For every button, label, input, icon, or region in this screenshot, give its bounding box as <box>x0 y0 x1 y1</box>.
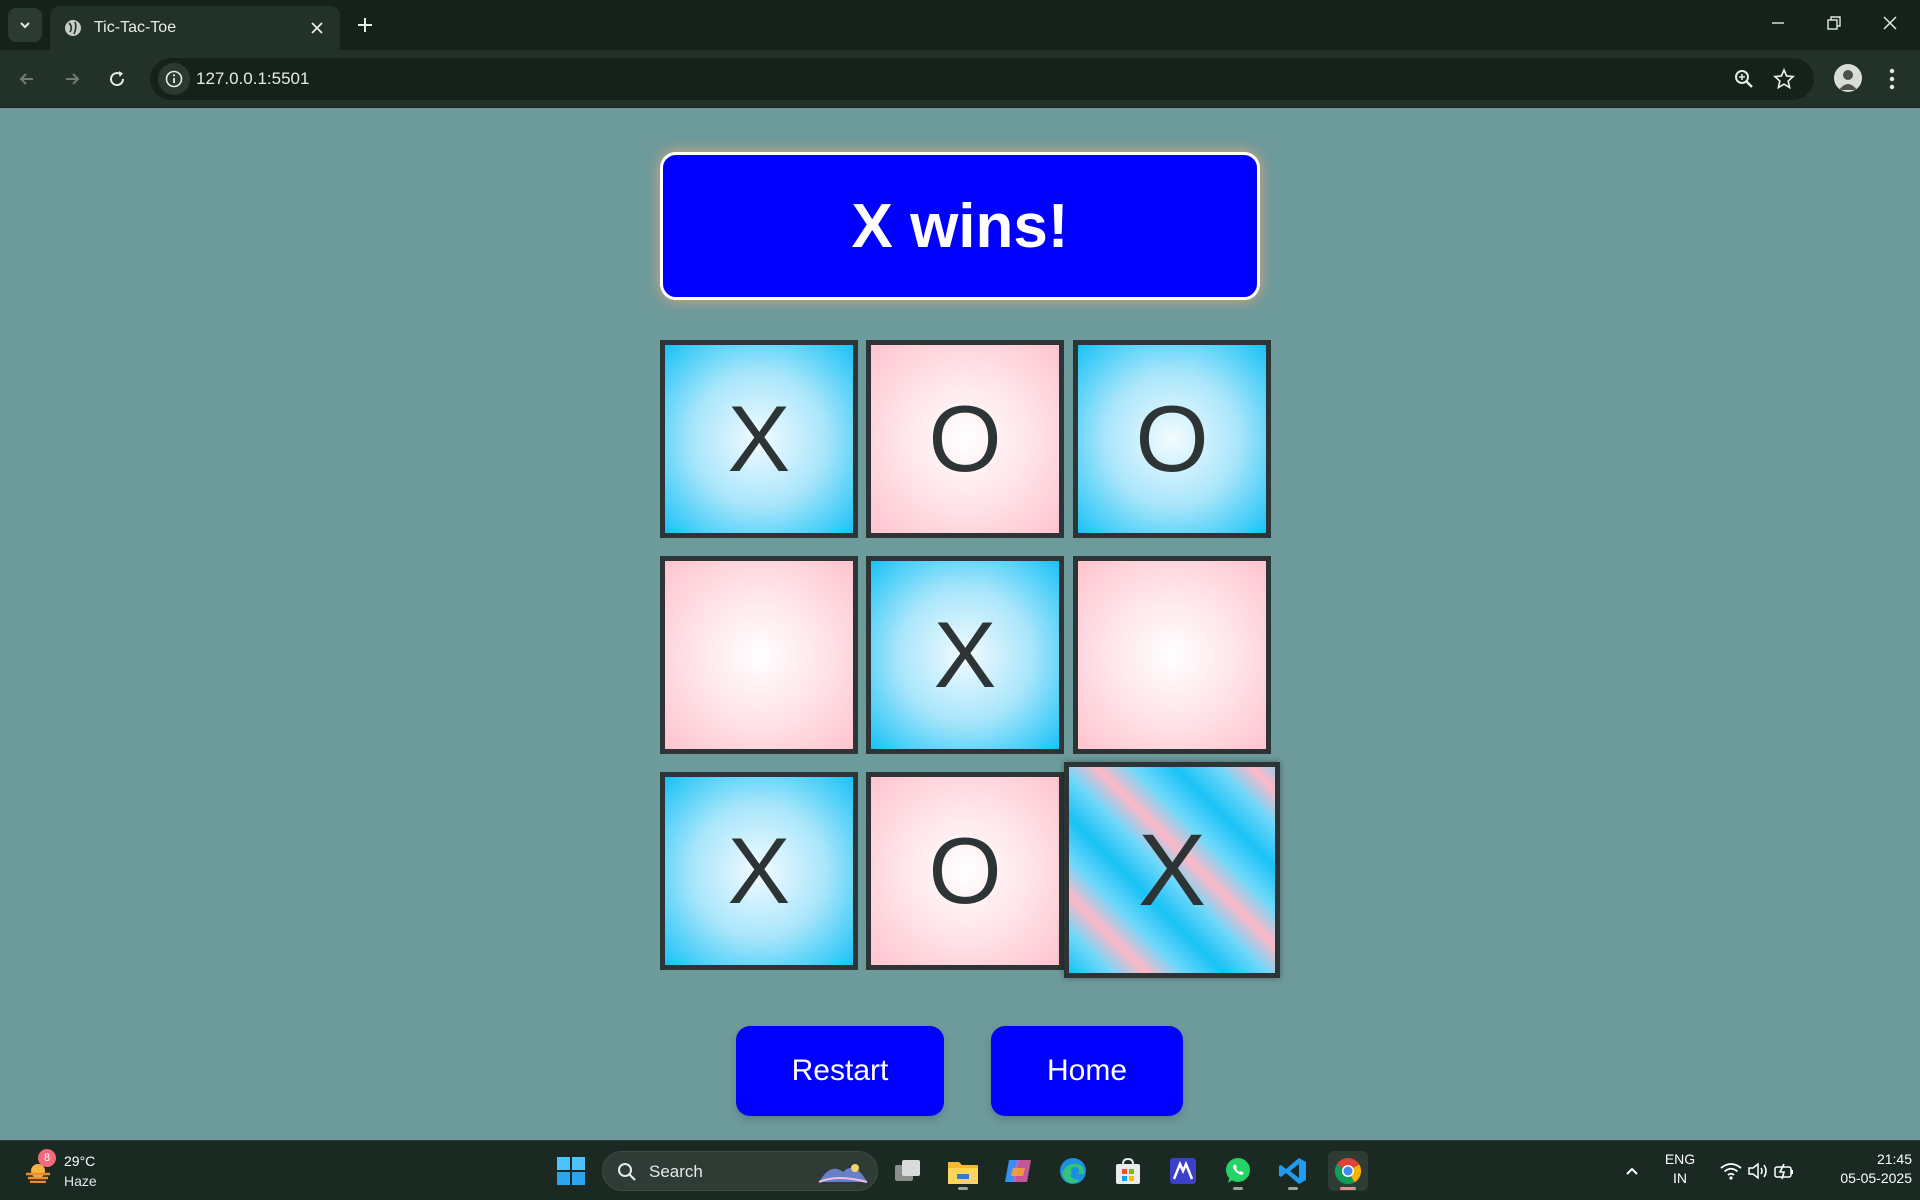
vscode-icon <box>1279 1158 1306 1184</box>
tab-title: Tic-Tac-Toe <box>94 19 177 36</box>
cell-mark: O <box>928 386 1002 491</box>
board-cell[interactable] <box>1073 556 1271 754</box>
language-code: ENG <box>1664 1151 1696 1167</box>
address-bar[interactable]: 127.0.0.1:5501 <box>150 58 1814 100</box>
weather-condition: Haze <box>64 1173 97 1189</box>
browser-toolbar: 127.0.0.1:5501 <box>0 50 1920 108</box>
whatsapp-button[interactable] <box>1218 1151 1258 1191</box>
board-cell[interactable]: X <box>1064 762 1280 978</box>
volume-icon <box>1748 1162 1767 1180</box>
task-view-button[interactable] <box>888 1151 928 1191</box>
globe-icon <box>65 20 81 36</box>
clock[interactable]: 21:45 05-05-2025 <box>1808 1151 1912 1186</box>
browser-tab[interactable]: Tic-Tac-Toe <box>50 6 340 50</box>
search-icon <box>618 1163 636 1181</box>
language-indicator[interactable]: ENG IN <box>1658 1151 1702 1186</box>
url-text[interactable]: 127.0.0.1:5501 <box>196 69 309 89</box>
cell-mark: X <box>727 386 791 491</box>
running-indicator <box>1233 1187 1243 1190</box>
taskbar-search[interactable]: Search <box>602 1151 878 1191</box>
board-cell[interactable]: X <box>660 340 858 538</box>
app-button[interactable] <box>1163 1151 1203 1191</box>
home-button[interactable]: Home <box>991 1026 1183 1116</box>
running-indicator <box>1288 1187 1298 1190</box>
search-label: Search <box>649 1162 703 1181</box>
vscode-button[interactable] <box>1273 1151 1313 1191</box>
arrow-left-icon <box>19 73 33 85</box>
status-banner: X wins! <box>660 152 1260 300</box>
board-cell[interactable]: X <box>660 772 858 970</box>
cell-mark: O <box>1135 386 1209 491</box>
board-cell[interactable]: O <box>1073 340 1271 538</box>
cell-mark: O <box>928 818 1002 923</box>
chrome-button[interactable] <box>1328 1151 1368 1191</box>
store-icon <box>1116 1157 1140 1184</box>
new-tab-button[interactable] <box>352 12 378 38</box>
status-message: X wins! <box>851 191 1069 261</box>
close-window-button[interactable] <box>1862 0 1918 46</box>
clock-time: 21:45 <box>1876 1151 1912 1167</box>
minimize-button[interactable] <box>1750 0 1806 46</box>
taskbar: 8 29°C Haze Search ENG IN 21:45 05-05-20… <box>0 1140 1920 1200</box>
task-view-icon <box>895 1160 920 1181</box>
forward-button[interactable] <box>55 62 89 96</box>
profile-icon <box>1839 70 1857 90</box>
browser-menu-button[interactable] <box>1880 64 1904 94</box>
running-indicator <box>958 1187 968 1190</box>
chrome-icon <box>1334 1158 1362 1185</box>
zoom-icon <box>1735 70 1753 88</box>
search-highlight-icon <box>818 1164 868 1183</box>
cell-mark: X <box>933 602 997 707</box>
clock-date: 05-05-2025 <box>1840 1170 1912 1186</box>
store-button[interactable] <box>1108 1151 1148 1191</box>
info-icon <box>165 70 183 88</box>
zoom-button[interactable] <box>1732 67 1756 91</box>
chevron-up-icon <box>1626 1167 1638 1175</box>
star-icon <box>1773 68 1795 90</box>
board-cell[interactable]: O <box>866 340 1064 538</box>
weather-widget[interactable]: 8 29°C Haze <box>20 1149 110 1193</box>
restart-button[interactable]: Restart <box>736 1026 944 1116</box>
board-cell[interactable]: O <box>866 772 1064 970</box>
start-button[interactable] <box>551 1151 591 1191</box>
edge-button[interactable] <box>1053 1151 1093 1191</box>
tray-overflow-button[interactable] <box>1612 1151 1652 1191</box>
windows-start-icon <box>557 1157 585 1185</box>
plus-icon <box>358 18 372 32</box>
chevron-down-icon <box>20 22 30 29</box>
running-indicator <box>1340 1187 1356 1190</box>
restore-button[interactable] <box>1806 0 1862 46</box>
restore-icon <box>1827 16 1841 30</box>
whatsapp-icon <box>1226 1158 1250 1183</box>
close-icon <box>1883 16 1897 30</box>
quick-settings-button[interactable] <box>1712 1151 1802 1191</box>
edge-icon <box>1060 1158 1086 1184</box>
tab-search-button[interactable] <box>8 8 42 42</box>
file-explorer-icon <box>948 1162 978 1184</box>
bookmark-button[interactable] <box>1772 67 1796 91</box>
more-vertical-icon <box>1889 68 1895 90</box>
temperature: 29°C <box>64 1153 96 1169</box>
board-cell[interactable] <box>660 556 858 754</box>
region-code: IN <box>1673 1170 1687 1186</box>
board-cell[interactable]: X <box>866 556 1064 754</box>
copilot-button[interactable] <box>998 1151 1038 1191</box>
minimize-icon <box>1772 22 1784 24</box>
close-icon[interactable] <box>308 19 326 37</box>
cell-mark: X <box>727 818 791 923</box>
file-explorer-button[interactable] <box>943 1151 983 1191</box>
copilot-icon <box>1005 1160 1031 1182</box>
profile-avatar[interactable] <box>1834 64 1862 92</box>
app-icon <box>1170 1158 1196 1184</box>
site-info-button[interactable] <box>158 63 190 95</box>
reload-button[interactable] <box>100 62 134 96</box>
cell-mark: X <box>1137 813 1207 927</box>
browser-tab-strip: Tic-Tac-Toe <box>0 0 1920 50</box>
notification-badge: 8 <box>38 1149 56 1167</box>
arrow-right-icon <box>66 73 80 85</box>
reload-icon <box>110 71 125 87</box>
back-button[interactable] <box>10 62 44 96</box>
battery-charging-icon <box>1774 1163 1793 1180</box>
wifi-icon <box>1720 1163 1742 1180</box>
